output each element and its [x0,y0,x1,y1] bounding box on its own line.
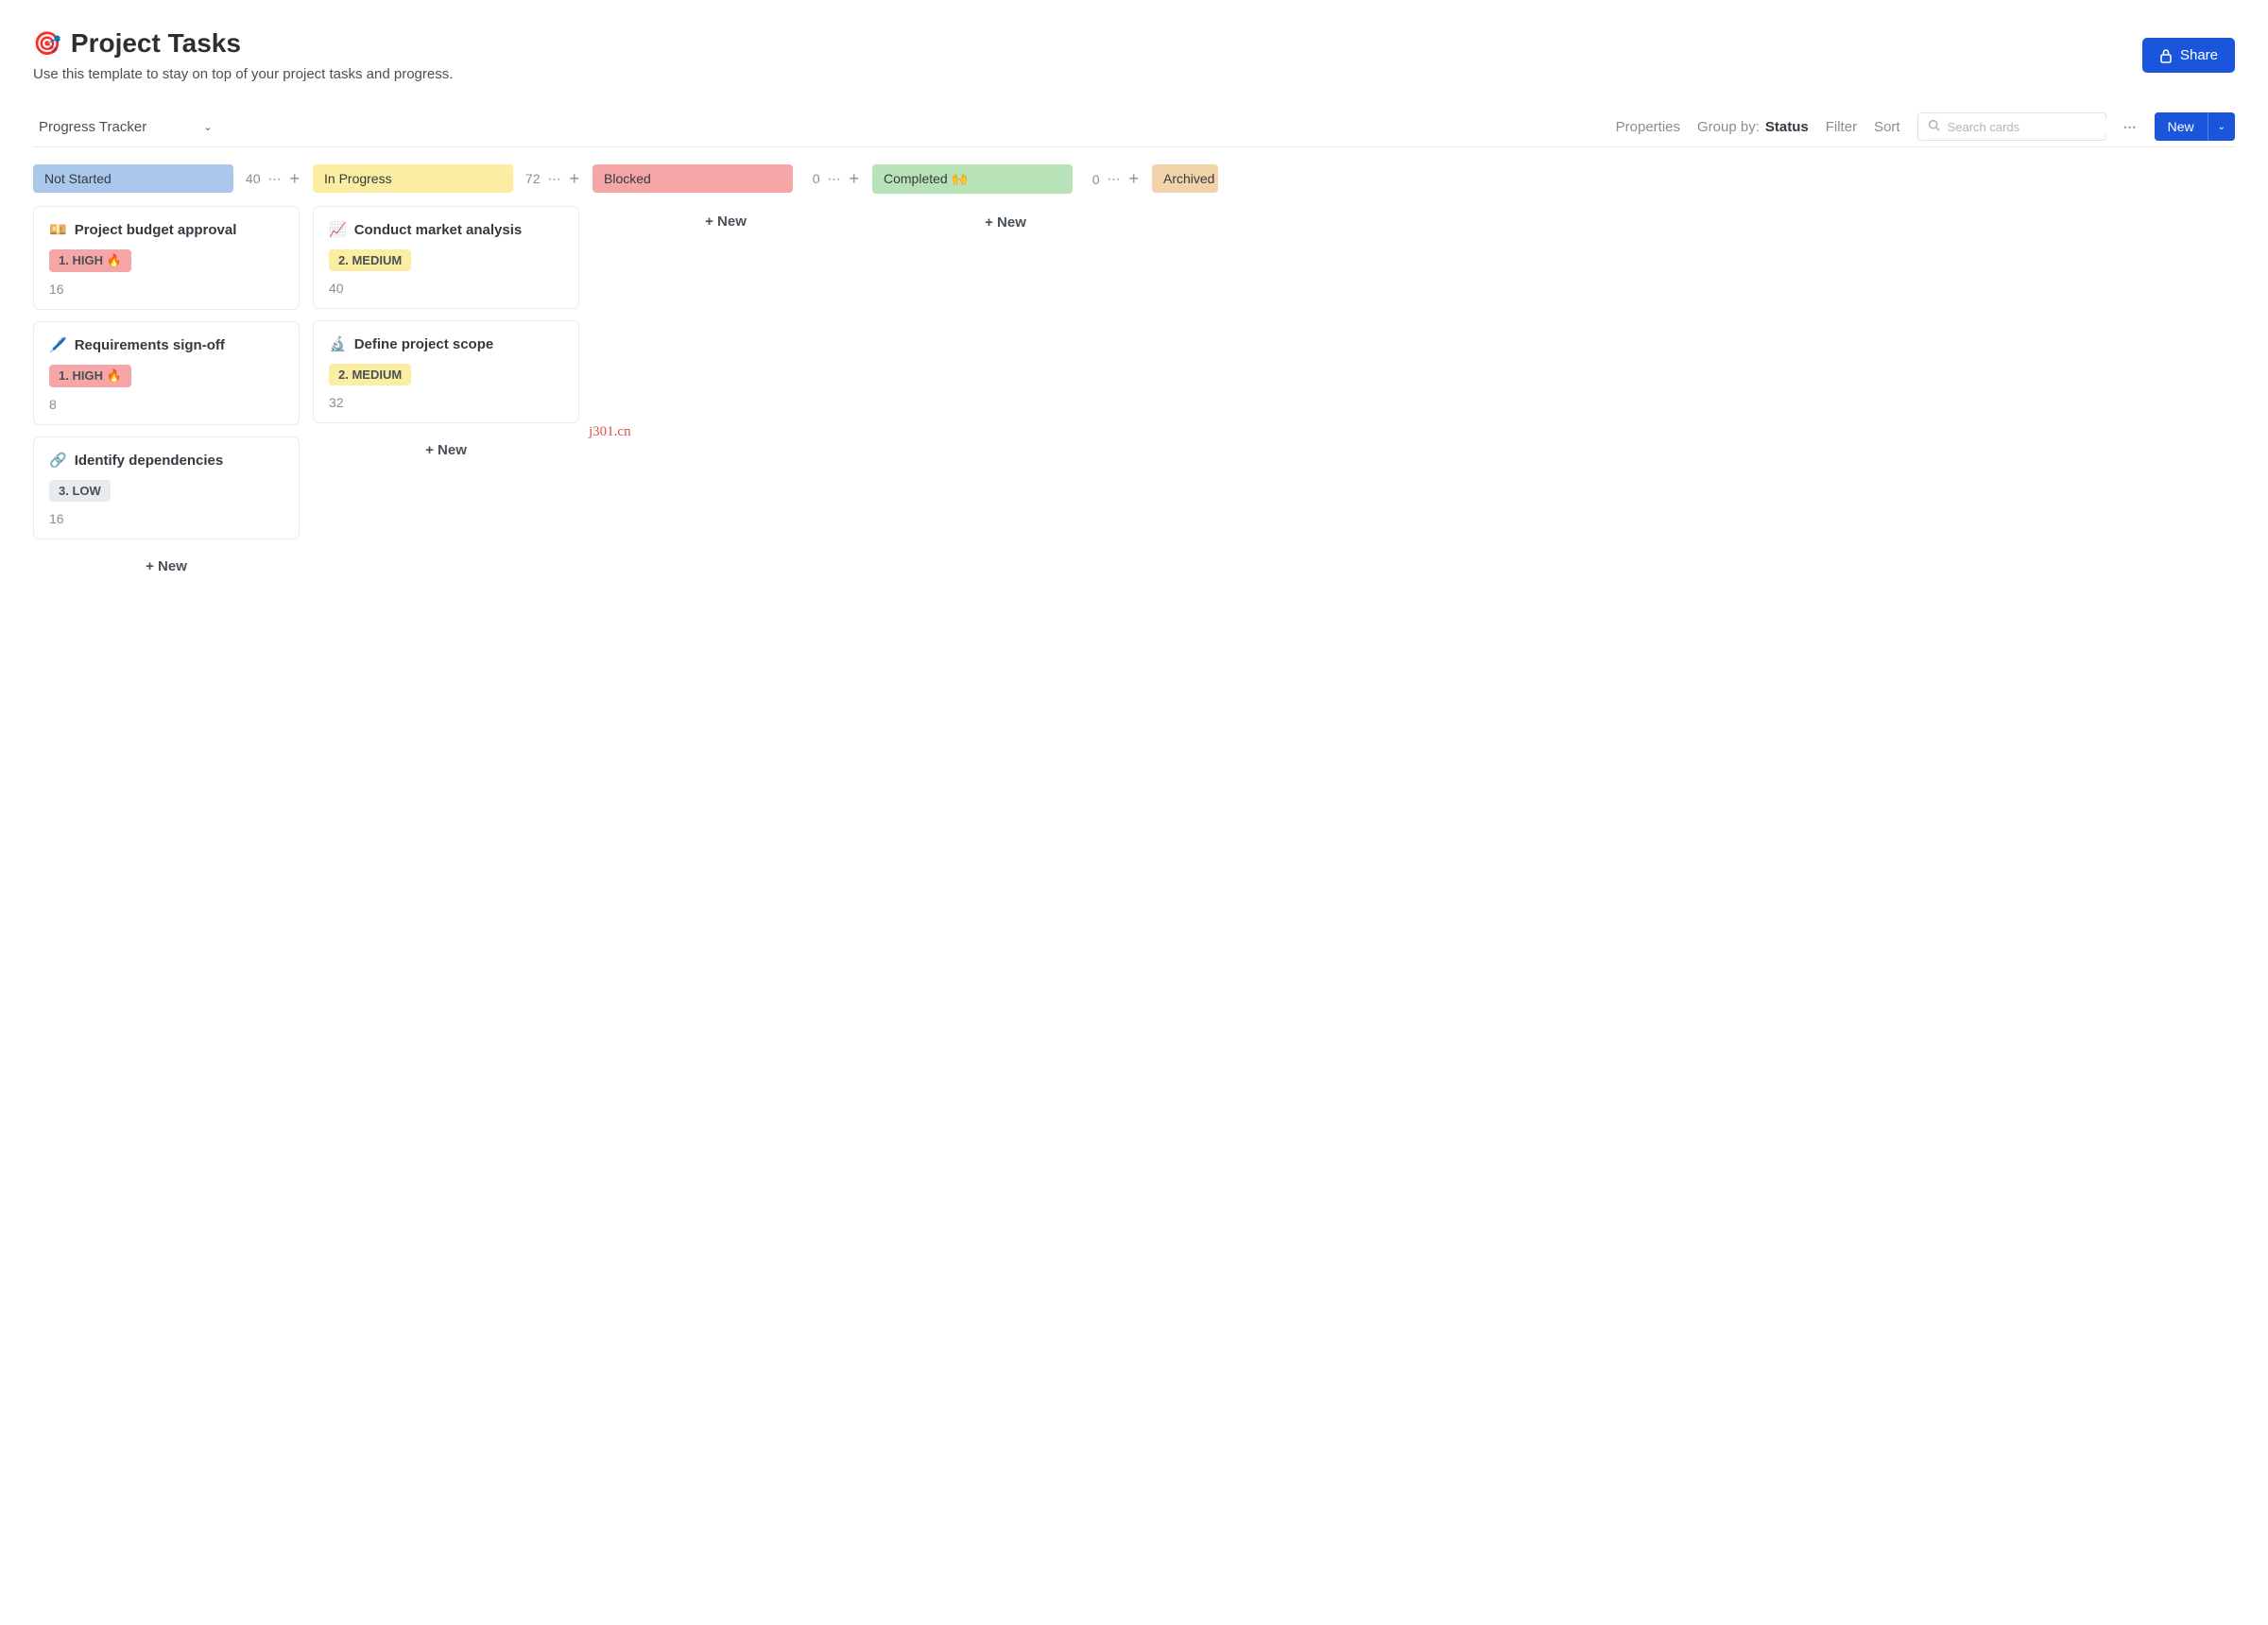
column-header: In Progress 72 ⋯ + [313,164,579,193]
card-emoji-icon: 🔗 [49,452,67,469]
share-button[interactable]: Share [2142,38,2235,73]
column-header: Blocked 0 ⋯ + [593,164,859,193]
group-by-value: Status [1765,119,1809,135]
card-title: 💴 Project budget approval [49,221,284,238]
card-title-text: Identify dependencies [75,453,224,469]
view-selector[interactable]: Progress Tracker ⌄ [33,115,217,139]
task-card[interactable]: 💴 Project budget approval 1. HIGH 🔥 16 [33,206,300,310]
card-title-text: Conduct market analysis [354,222,523,238]
card-number: 8 [49,397,284,412]
column-more-icon[interactable]: ⋯ [547,171,561,187]
card-title-text: Requirements sign-off [75,337,225,353]
task-card[interactable]: 📈 Conduct market analysis 2. MEDIUM 40 [313,206,579,309]
card-title: 📈 Conduct market analysis [329,221,563,238]
column-header: Not Started 40 ⋯ + [33,164,300,193]
column-count: 40 [241,171,260,186]
title-text: Project Tasks [71,28,241,59]
card-priority-tag: 1. HIGH 🔥 [49,365,131,387]
card-title: 🔬 Define project scope [329,335,563,352]
card-title: 🔗 Identify dependencies [49,452,284,469]
column-add-icon[interactable]: + [1128,169,1139,189]
column-status-pill[interactable]: Archived [1152,164,1218,193]
column-add-new-button[interactable]: + New [872,207,1139,238]
card-title-text: Define project scope [354,336,494,352]
group-by-label: Group by: [1697,119,1760,135]
column-count: 0 [1080,172,1099,187]
toolbar-more-icon[interactable]: ⋯ [2123,119,2138,135]
card-emoji-icon: 🖊️ [49,336,67,353]
watermark-text: j301.cn [589,424,631,440]
column-count: 72 [521,171,540,186]
filter-button[interactable]: Filter [1826,119,1857,135]
new-button-chevron[interactable]: ⌄ [2208,112,2235,141]
card-title: 🖊️ Requirements sign-off [49,336,284,353]
kanban-board: Not Started 40 ⋯ + 💴 Project budget approval 1… [33,164,2235,582]
card-number: 40 [329,281,563,296]
column-header: Completed 🙌 0 ⋯ + [872,164,1139,194]
lock-icon [2159,48,2173,63]
column-add-new-button[interactable]: + New [593,206,859,237]
task-card[interactable]: 🔬 Define project scope 2. MEDIUM 32 [313,320,579,423]
sort-button[interactable]: Sort [1874,119,1900,135]
board-column: Not Started 40 ⋯ + 💴 Project budget approval 1… [33,164,300,582]
column-status-pill[interactable]: Completed 🙌 [872,164,1073,194]
column-add-new-button[interactable]: + New [313,435,579,466]
column-status-pill[interactable]: Blocked [593,164,793,193]
card-emoji-icon: 🔬 [329,335,347,352]
card-title-text: Project budget approval [75,222,237,238]
task-card[interactable]: 🖊️ Requirements sign-off 1. HIGH 🔥 8 [33,321,300,425]
column-more-icon[interactable]: ⋯ [267,171,282,187]
title-emoji-icon: 🎯 [33,30,61,58]
card-number: 16 [49,511,284,526]
group-by-button[interactable]: Group by: Status [1697,119,1809,135]
search-input[interactable] [1948,120,2114,134]
column-add-icon[interactable]: + [569,169,579,189]
card-priority-tag: 2. MEDIUM [329,364,411,385]
column-add-new-button[interactable]: + New [33,551,300,582]
card-priority-tag: 3. LOW [49,480,111,502]
page-title: 🎯 Project Tasks [33,28,2142,59]
chevron-down-icon: ⌄ [203,121,212,133]
card-priority-tag: 2. MEDIUM [329,249,411,271]
card-number: 32 [329,395,563,410]
board-column: In Progress 72 ⋯ + 📈 Conduct market analysis 2… [313,164,579,466]
board-column: Blocked 0 ⋯ + + New [593,164,859,237]
column-more-icon[interactable]: ⋯ [827,171,841,187]
share-label: Share [2180,47,2218,63]
card-emoji-icon: 💴 [49,221,67,238]
view-name: Progress Tracker [39,119,146,135]
column-status-pill[interactable]: Not Started [33,164,233,193]
task-card[interactable]: 🔗 Identify dependencies 3. LOW 16 [33,436,300,539]
properties-button[interactable]: Properties [1616,119,1680,135]
card-number: 16 [49,282,284,297]
column-more-icon[interactable]: ⋯ [1107,171,1121,187]
page-subtitle: Use this template to stay on top of your… [33,66,2142,82]
column-add-icon[interactable]: + [849,169,859,189]
board-column: Completed 🙌 0 ⋯ + + New [872,164,1139,238]
new-button[interactable]: New [2155,112,2208,141]
toolbar: Progress Tracker ⌄ Properties Group by: … [33,112,2235,147]
column-header: Archived [1152,164,1218,193]
card-priority-tag: 1. HIGH 🔥 [49,249,131,272]
column-count: 0 [800,171,819,186]
search-box[interactable] [1917,112,2106,141]
chevron-down-icon: ⌄ [2218,122,2225,132]
card-emoji-icon: 📈 [329,221,347,238]
search-icon [1928,119,1940,134]
new-button-group: New ⌄ [2155,112,2235,141]
column-add-icon[interactable]: + [289,169,300,189]
header: 🎯 Project Tasks Use this template to sta… [33,28,2235,82]
column-status-pill[interactable]: In Progress [313,164,513,193]
board-column: Archived [1152,164,1218,206]
